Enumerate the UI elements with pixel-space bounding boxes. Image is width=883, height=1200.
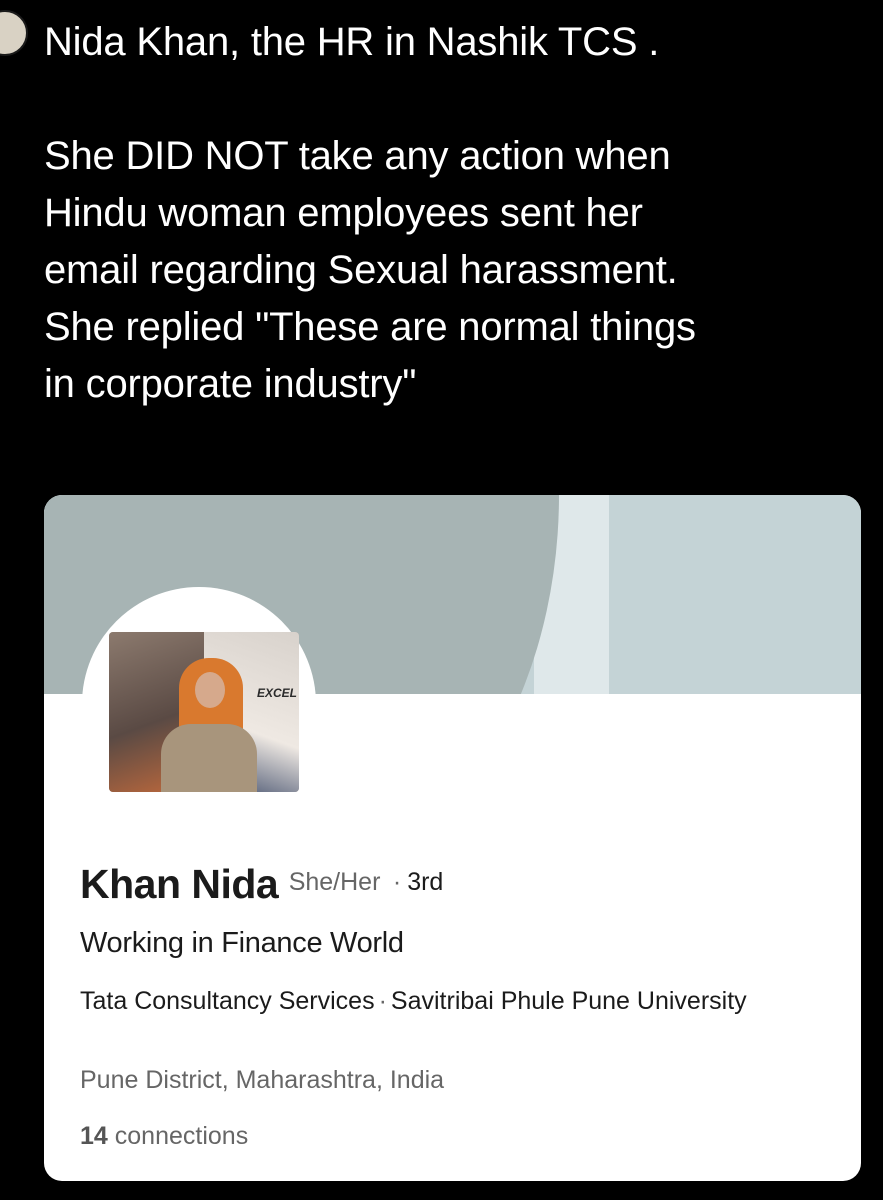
profile-affiliations: Tata Consultancy Services · Savitribai Phu… xyxy=(80,982,820,1020)
tweet-paragraph-gap xyxy=(44,71,874,128)
profile-pronouns: She/Her xyxy=(288,868,381,896)
connection-degree: · 3rd xyxy=(385,868,443,896)
separator-dot: · xyxy=(378,987,387,1015)
author-avatar[interactable] xyxy=(0,10,28,56)
school-name[interactable]: Savitribai Phule Pune University xyxy=(391,987,747,1015)
profile-connections[interactable]: 14 connections xyxy=(80,1122,248,1151)
profile-card[interactable]: EXCEL Khan Nida She/Her · 3rd Working in … xyxy=(44,495,861,1181)
tweet-body-line: Hindu woman employees sent her xyxy=(44,191,643,235)
connections-label: connections xyxy=(114,1122,249,1150)
tweet-text: Nida Khan, the HR in Nashik TCS . She DI… xyxy=(44,14,874,413)
tweet-body-line: She replied "These are normal things xyxy=(44,305,696,349)
profile-name-row: Khan Nida She/Her · 3rd xyxy=(80,861,443,908)
profile-photo[interactable]: EXCEL xyxy=(109,632,299,792)
profile-headline: Working in Finance World xyxy=(80,927,404,959)
photo-person-face xyxy=(195,672,225,708)
profile-location: Pune District, Maharashtra, India xyxy=(80,1066,445,1094)
separator-dot: · xyxy=(392,868,402,896)
connection-degree-label: 3rd xyxy=(407,868,444,896)
screenshot-page: Nida Khan, the HR in Nashik TCS . She DI… xyxy=(0,0,883,1200)
tweet-first-line: Nida Khan, the HR in Nashik TCS . xyxy=(44,20,660,64)
profile-name[interactable]: Khan Nida xyxy=(80,861,279,907)
photo-sign-text: EXCEL xyxy=(257,686,298,700)
connections-count: 14 xyxy=(80,1122,108,1150)
tweet-body-line: in corporate industry" xyxy=(44,362,417,406)
company-name[interactable]: Tata Consultancy Services xyxy=(80,987,375,1015)
tweet-body-line: email regarding Sexual harassment. xyxy=(44,248,678,292)
tweet-body-line: She DID NOT take any action when xyxy=(44,134,671,178)
photo-person-body xyxy=(161,724,257,792)
